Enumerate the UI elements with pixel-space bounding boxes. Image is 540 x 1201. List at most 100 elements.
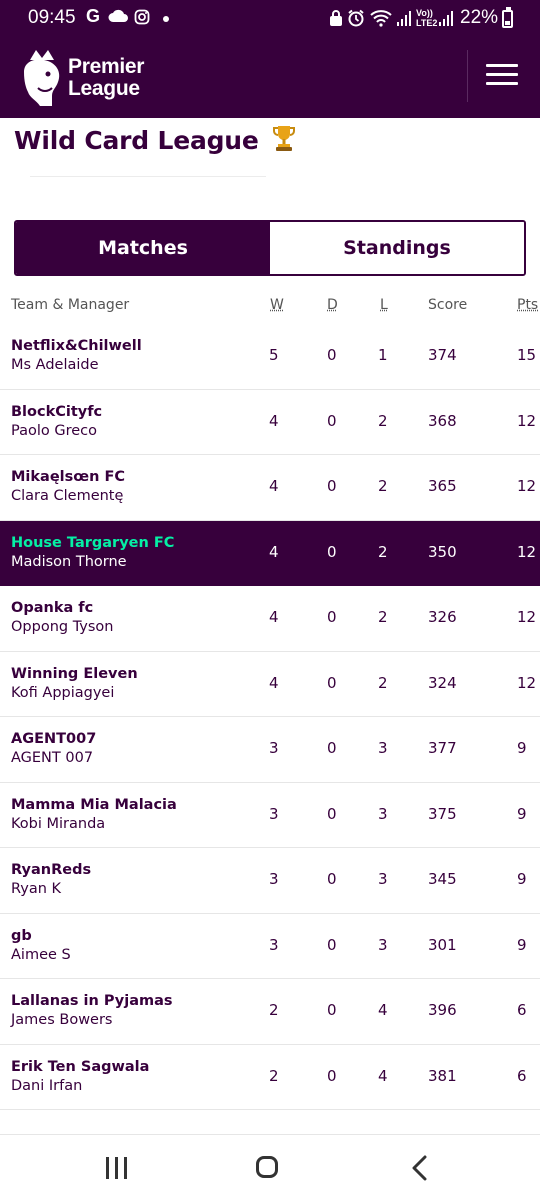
draws-value: 0: [327, 1067, 337, 1085]
manager-name: Kofi Appiagyei: [11, 685, 114, 701]
table-row-current-user[interactable]: House Targaryen FC Madison Thorne 4 0 2 …: [0, 521, 540, 587]
draws-value: 0: [327, 608, 337, 626]
page-title: Wild Card League: [14, 124, 295, 158]
points-value: 9: [517, 739, 527, 757]
tab-bar: Matches Standings: [14, 220, 526, 276]
wins-value: 2: [269, 1067, 279, 1085]
manager-name: Madison Thorne: [11, 554, 127, 570]
losses-value: 3: [378, 870, 388, 888]
standings-table: Netflix&Chilwell Ms Adelaide 5 0 1 374 1…: [0, 324, 540, 1110]
tab-standings[interactable]: Standings: [270, 222, 524, 274]
app-header: Premier League: [0, 36, 540, 118]
team-name: AGENT007: [11, 731, 96, 747]
draws-value: 0: [327, 739, 337, 757]
manager-name: James Bowers: [11, 1012, 113, 1028]
wins-value: 3: [269, 805, 279, 823]
premier-league-lion-logo[interactable]: [16, 48, 68, 108]
table-row[interactable]: Mamma Mia Malacia Kobi Miranda 3 0 3 375…: [0, 783, 540, 849]
wins-value: 5: [269, 346, 279, 364]
score-value: 377: [428, 739, 457, 757]
points-value: 12: [517, 543, 536, 561]
wins-value: 2: [269, 1001, 279, 1019]
table-row[interactable]: Opanka fc Oppong Tyson 4 0 2 326 12: [0, 586, 540, 652]
points-value: 12: [517, 412, 536, 430]
team-name: gb: [11, 928, 32, 944]
draws-value: 0: [327, 346, 337, 364]
volte-label-top: Vo)): [416, 8, 437, 18]
losses-value: 2: [378, 412, 388, 430]
home-icon[interactable]: [256, 1156, 278, 1178]
league-title-text: Wild Card League: [14, 126, 259, 155]
header-score: Score: [428, 297, 467, 313]
losses-value: 4: [378, 1067, 388, 1085]
score-value: 324: [428, 674, 457, 692]
team-name: Erik Ten Sagwala: [11, 1059, 149, 1075]
wins-value: 3: [269, 739, 279, 757]
points-value: 12: [517, 674, 536, 692]
header-team-manager: Team & Manager: [11, 297, 129, 313]
wins-value: 4: [269, 674, 279, 692]
table-row[interactable]: BlockCityfc Paolo Greco 4 0 2 368 12: [0, 390, 540, 456]
manager-name: AGENT 007: [11, 750, 93, 766]
team-name: Mikaęlsœn FC: [11, 469, 125, 485]
status-bar: 09:45 G Vo)) LTE2 22%: [0, 0, 540, 36]
table-row[interactable]: Mikaęlsœn FC Clara Clementę 4 0 2 365 12: [0, 455, 540, 521]
wins-value: 3: [269, 870, 279, 888]
logo-line-1: Premier: [68, 56, 144, 78]
score-value: 301: [428, 936, 457, 954]
score-value: 374: [428, 346, 457, 364]
wins-value: 4: [269, 477, 279, 495]
volte-icon: Vo)) LTE2: [416, 8, 437, 28]
table-row[interactable]: Erik Ten Sagwala Dani Irfan 2 0 4 381 6: [0, 1045, 540, 1111]
table-row[interactable]: Netflix&Chilwell Ms Adelaide 5 0 1 374 1…: [0, 324, 540, 390]
dot-icon: [162, 10, 170, 28]
battery-icon: [502, 10, 513, 28]
back-icon[interactable]: [410, 1155, 430, 1181]
manager-name: Kobi Miranda: [11, 816, 105, 832]
hamburger-menu-icon[interactable]: [486, 64, 520, 88]
table-row[interactable]: Lallanas in Pyjamas James Bowers 2 0 4 3…: [0, 979, 540, 1045]
losses-value: 2: [378, 477, 388, 495]
draws-value: 0: [327, 936, 337, 954]
losses-value: 2: [378, 674, 388, 692]
instagram-icon: [134, 9, 150, 30]
team-name: Winning Eleven: [11, 666, 138, 682]
draws-value: 0: [327, 477, 337, 495]
logo-line-2: League: [68, 78, 144, 100]
header-draws: D: [327, 297, 338, 313]
losses-value: 3: [378, 739, 388, 757]
wins-value: 4: [269, 543, 279, 561]
trophy-icon: [273, 124, 295, 158]
manager-name: Clara Clementę: [11, 488, 123, 504]
score-value: 345: [428, 870, 457, 888]
tab-matches[interactable]: Matches: [16, 222, 270, 274]
losses-value: 1: [378, 346, 388, 364]
table-row[interactable]: RyanReds Ryan K 3 0 3 345 9: [0, 848, 540, 914]
table-row[interactable]: AGENT007 AGENT 007 3 0 3 377 9: [0, 717, 540, 783]
points-value: 12: [517, 477, 536, 495]
manager-name: Dani Irfan: [11, 1078, 82, 1094]
manager-name: Oppong Tyson: [11, 619, 114, 635]
header-divider: [467, 50, 468, 102]
wins-value: 3: [269, 936, 279, 954]
losses-value: 2: [378, 543, 388, 561]
table-row[interactable]: gb Aimee S 3 0 3 301 9: [0, 914, 540, 980]
table-row[interactable]: Winning Eleven Kofi Appiagyei 4 0 2 324 …: [0, 652, 540, 718]
losses-value: 4: [378, 1001, 388, 1019]
recents-icon[interactable]: [104, 1157, 130, 1179]
losses-value: 3: [378, 805, 388, 823]
team-name: Opanka fc: [11, 600, 93, 616]
google-icon: G: [86, 7, 100, 25]
points-value: 12: [517, 608, 536, 626]
points-value: 15: [517, 346, 536, 364]
team-name: Lallanas in Pyjamas: [11, 993, 173, 1009]
score-value: 396: [428, 1001, 457, 1019]
battery-percent: 22%: [460, 7, 498, 29]
score-value: 365: [428, 477, 457, 495]
score-value: 326: [428, 608, 457, 626]
score-value: 381: [428, 1067, 457, 1085]
points-value: 9: [517, 870, 527, 888]
lock-icon: [328, 9, 344, 32]
signal-icon: [396, 9, 412, 32]
alarm-icon: [347, 9, 365, 32]
